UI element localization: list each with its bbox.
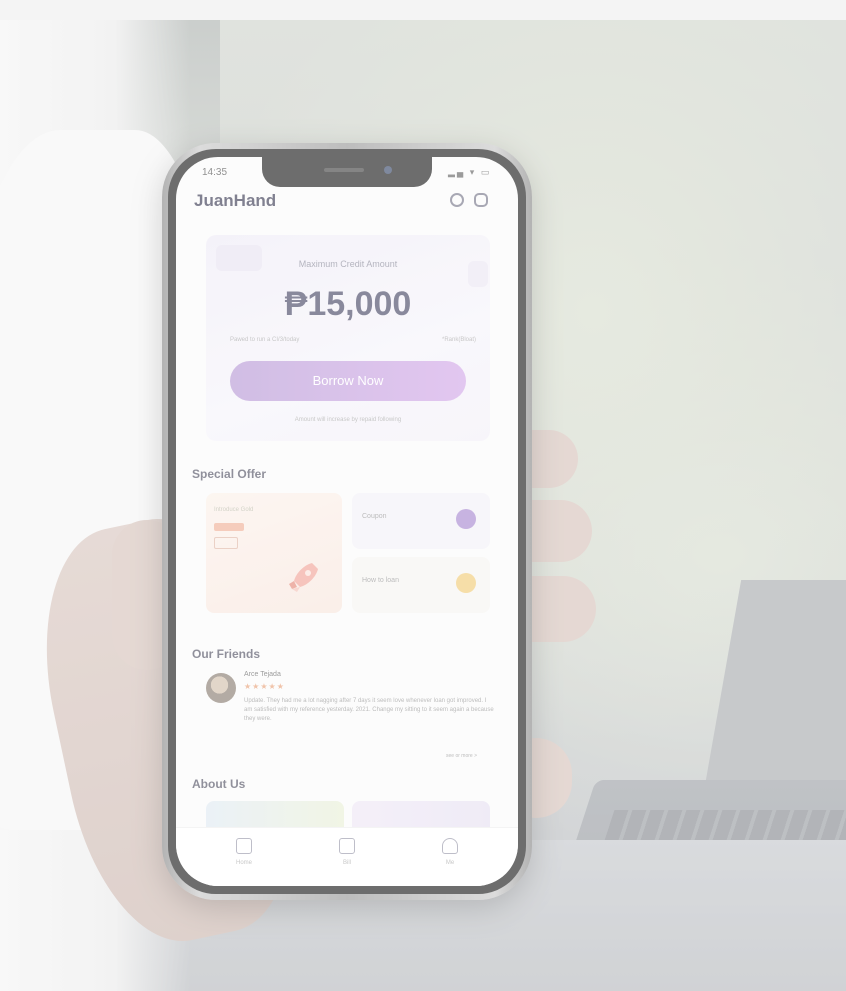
search-icon [456,573,476,593]
tab-label: Me [445,860,455,866]
offer-card-gold[interactable]: Introduce Gold [206,493,342,613]
offer-tag [214,537,238,549]
coupon-icon [456,509,476,529]
credit-note-left: Pawed to run a CI/3/today [230,337,300,343]
status-time: 14:35 [202,167,228,178]
profile-icon [442,838,458,854]
message-icon[interactable] [474,193,488,207]
credit-amount: ₱15,000 [284,285,412,323]
coupon-label: Coupon [362,513,387,520]
speaker-grille [324,168,364,172]
borrow-now-button[interactable]: Borrow Now [230,361,466,401]
tab-me[interactable]: Me [420,838,480,866]
how-to-loan-label: How to loan [362,577,399,584]
rating-stars: ★★★★★ [244,682,285,691]
phone-screen: 14:35 ▂▄ ▾ ▭ JuanHand Maximum Credit Amo… [176,157,518,886]
offer-tag [214,523,244,531]
credit-label: Maximum Credit Amount [298,259,398,269]
friend-review: Update. They had me a lot nagging after … [244,698,494,722]
coupon-card[interactable]: Coupon [352,493,490,549]
tab-bar: Home Bill Me [176,827,518,886]
tab-label: Bill [342,860,351,866]
special-offer-title: Special Offer [192,467,267,481]
friend-name: Arce Tejada [244,671,281,678]
app-title: JuanHand [194,191,277,210]
offer-card-title: Introduce Gold [214,507,254,513]
phone-notch [262,157,432,187]
tab-label: Home [235,860,252,866]
tab-home[interactable]: Home [214,838,274,866]
credit-note-right: *Rank(Bloat) [442,337,477,343]
avatar [206,673,236,703]
bill-icon [339,838,355,854]
status-icons: ▂▄ ▾ ▭ [448,167,492,177]
credit-hint: Amount will increase by repaid following [294,417,402,423]
about-us-title: About Us [192,777,246,791]
tab-bill[interactable]: Bill [317,838,377,866]
credit-card: Maximum Credit Amount ₱15,000 Pawed to r… [206,235,490,441]
camera-icon [384,166,392,174]
see-more-link[interactable]: see or more > [446,753,477,759]
how-to-loan-card[interactable]: How to loan [352,557,490,613]
headset-icon[interactable] [450,193,464,207]
rocket-icon [289,563,318,592]
home-icon [236,838,252,854]
our-friends-title: Our Friends [192,647,261,661]
